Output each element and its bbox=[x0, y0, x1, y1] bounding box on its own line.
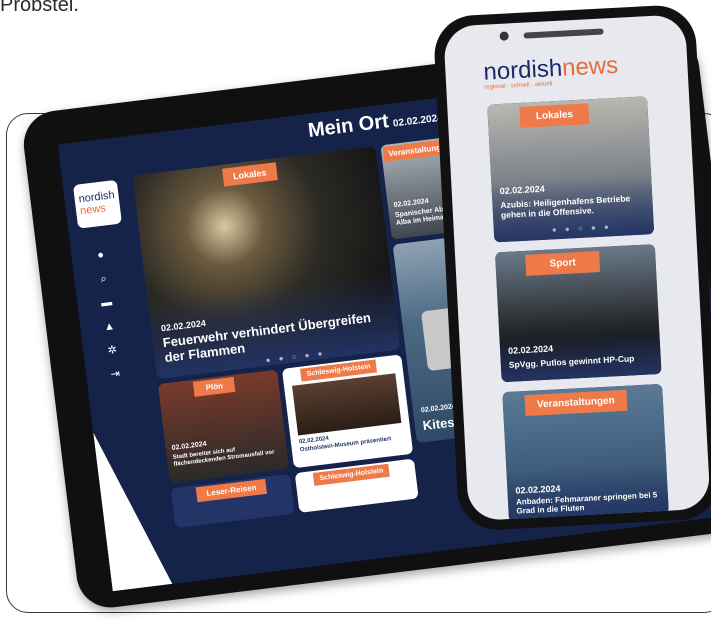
phone-device: nordishnews regional · schnell · aktuell… bbox=[432, 3, 711, 536]
intro-text: Probstei. bbox=[0, 0, 79, 16]
gear-icon[interactable]: ✲ bbox=[105, 343, 121, 359]
info-icon[interactable]: ● bbox=[93, 247, 109, 263]
news-card-sh2[interactable]: Schleswig-Holstein bbox=[294, 458, 419, 513]
category-badge: Sport bbox=[525, 250, 601, 276]
page-title: Mein Ort 02.02.2024 bbox=[307, 104, 444, 143]
phone-card-events[interactable]: Veranstaltungen 02.02.2024 Anbaden: Fehm… bbox=[502, 383, 669, 522]
logo-text-news: news bbox=[79, 202, 107, 218]
news-card-travel[interactable]: Leser-Reisen bbox=[170, 473, 295, 529]
logout-icon[interactable]: ⇥ bbox=[108, 367, 124, 383]
calendar-icon[interactable]: ▬ bbox=[99, 295, 115, 311]
page-title-text: Mein Ort bbox=[306, 110, 390, 142]
camera-icon bbox=[499, 31, 509, 41]
category-badge: Lokales bbox=[519, 103, 590, 128]
search-icon[interactable]: ⌕ bbox=[96, 271, 112, 287]
app-logo[interactable]: nordish news bbox=[72, 179, 122, 229]
category-badge: Schleswig-Holstein bbox=[312, 463, 391, 486]
sidebar-wedge bbox=[93, 425, 173, 592]
news-card-ploen[interactable]: Plön 02.02.2024 Stadt bereitet sich auf … bbox=[157, 369, 290, 484]
logo-text-news: news bbox=[561, 51, 619, 82]
user-icon[interactable]: ▲ bbox=[102, 319, 118, 335]
phone-frame: nordishnews regional · schnell · aktuell… bbox=[432, 3, 711, 532]
phone-screen: nordishnews regional · schnell · aktuell… bbox=[443, 14, 711, 522]
museum-photo bbox=[292, 373, 402, 436]
news-card-main[interactable]: Lokales 02.02.2024 Feuerwehr verhindert … bbox=[132, 145, 401, 380]
page-date: 02.02.2024 bbox=[392, 112, 444, 130]
speaker-notch bbox=[523, 28, 604, 39]
phone-card-sport[interactable]: Sport 02.02.2024 SpVgg. Putlos gewinnt H… bbox=[494, 244, 662, 383]
category-badge: Leser-Reisen bbox=[195, 478, 268, 503]
news-card-museum[interactable]: Schleswig-Holstein 02.02.2024 Ostholstei… bbox=[281, 354, 414, 469]
phone-card-lokales[interactable]: Lokales 02.02.2024 Azubis: Heiligenhafen… bbox=[487, 96, 655, 243]
